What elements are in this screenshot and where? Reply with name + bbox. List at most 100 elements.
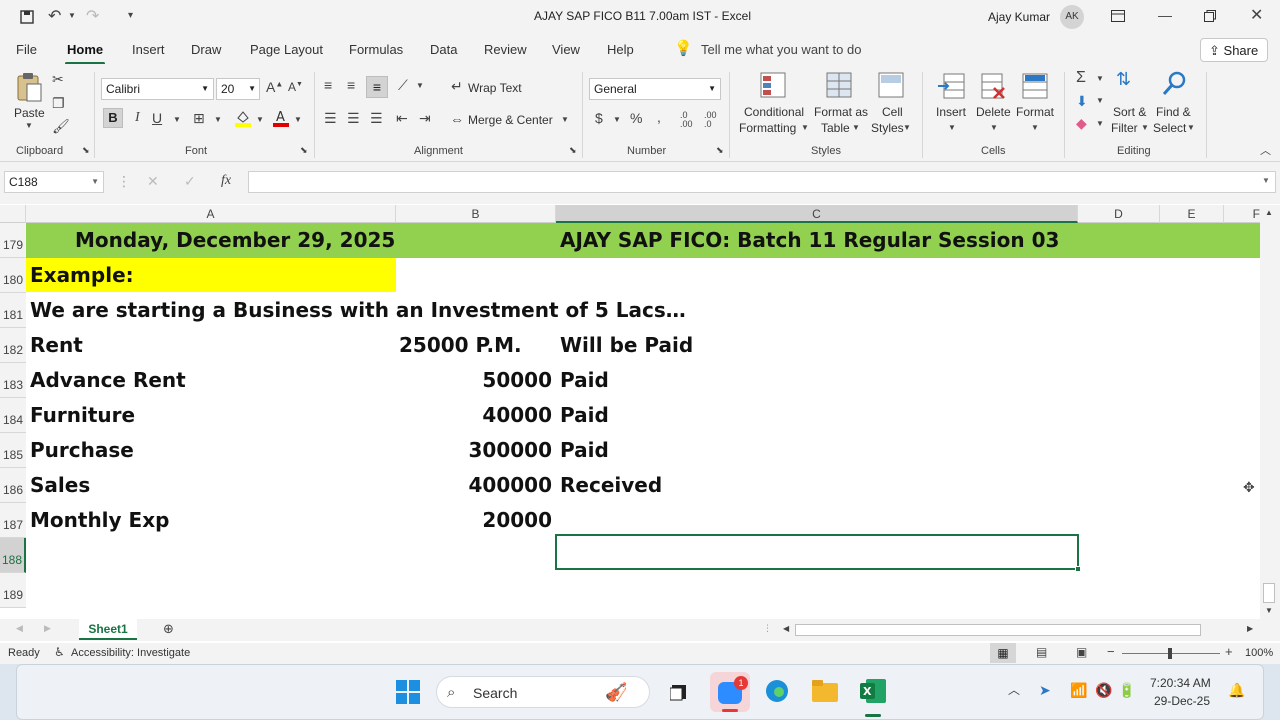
notifications-bell-icon[interactable]: 🔔 <box>1228 683 1245 697</box>
excel-app-icon[interactable]: X <box>860 679 886 705</box>
cell-c185[interactable]: Paid <box>560 433 609 467</box>
font-name-box[interactable]: Calibri ▼ <box>101 78 214 100</box>
cell-b187[interactable]: 20000 <box>482 503 552 537</box>
tab-formulas[interactable]: Formulas <box>349 42 403 57</box>
column-header-f[interactable]: F <box>1224 205 1260 223</box>
orientation-icon[interactable]: ⟋ <box>398 78 408 92</box>
tab-review[interactable]: Review <box>484 42 527 57</box>
increase-font-icon[interactable]: A▲ <box>266 80 283 94</box>
active-cell-selection[interactable] <box>555 534 1081 572</box>
cell-c182[interactable]: Will be Paid <box>560 328 693 362</box>
tab-data[interactable]: Data <box>430 42 457 57</box>
close-icon[interactable]: ✕ <box>1250 8 1263 24</box>
increase-decimal-icon[interactable]: .0.00 <box>680 111 693 129</box>
tab-help[interactable]: Help <box>607 42 634 57</box>
insert-cells-icon[interactable] <box>938 72 966 102</box>
zoom-slider[interactable] <box>1122 648 1220 659</box>
ribbon-display-icon[interactable] <box>1111 10 1125 24</box>
select-all-corner[interactable] <box>0 205 26 223</box>
save-icon[interactable] <box>20 10 34 26</box>
horizontal-scrollbar[interactable]: ◀ ▶ <box>779 622 1261 638</box>
align-middle-icon[interactable]: ≡ <box>347 78 355 92</box>
battery-icon[interactable]: 🔋 <box>1118 683 1135 697</box>
cell-a182[interactable]: Rent <box>30 328 83 362</box>
sort-filter-label-1[interactable]: Sort & <box>1113 105 1146 119</box>
chevron-down-icon[interactable]: ▼ <box>990 124 998 132</box>
page-layout-view-icon[interactable]: ▤ <box>1036 646 1047 658</box>
cell-a180[interactable]: Example: <box>30 258 134 292</box>
horizontal-scroll-thumb[interactable] <box>795 624 1201 636</box>
chevron-down-icon[interactable]: ▼ <box>214 116 222 124</box>
worksheet-grid[interactable]: 179 180 181 182 183 184 185 186 187 188 … <box>0 223 1260 619</box>
tab-page-layout[interactable]: Page Layout <box>250 42 323 57</box>
find-select-label-2[interactable]: Select <box>1153 121 1186 135</box>
italic-icon[interactable]: I <box>135 111 140 125</box>
vertical-scroll-thumb[interactable] <box>1263 583 1275 603</box>
percent-icon[interactable]: % <box>630 111 642 125</box>
cell-styles-label-2[interactable]: Styles <box>871 121 904 135</box>
row-header[interactable]: 184 <box>0 398 26 433</box>
column-header-b[interactable]: B <box>396 205 556 223</box>
taskbar-search[interactable]: ⌕ Search 🎻 <box>436 676 650 708</box>
tab-home[interactable]: Home <box>64 42 106 65</box>
row-header[interactable]: 189 <box>0 573 26 608</box>
normal-view-button[interactable]: ▦ <box>990 643 1016 663</box>
cell-a183[interactable]: Advance Rent <box>30 363 186 397</box>
zoom-slider-thumb[interactable] <box>1168 648 1172 659</box>
align-bottom-button[interactable]: ≡ <box>366 76 388 98</box>
find-select-icon[interactable] <box>1162 70 1188 98</box>
accessibility-status[interactable]: Accessibility: Investigate <box>71 647 190 659</box>
scroll-right-icon[interactable]: ▶ <box>1247 625 1253 633</box>
collapse-ribbon-icon[interactable]: ︿ <box>1260 146 1271 157</box>
insert-cells-button[interactable]: Insert <box>936 105 966 119</box>
chevron-down-icon[interactable]: ▼ <box>1096 75 1104 83</box>
align-left-icon[interactable]: ☰ <box>324 111 337 125</box>
tab-draw[interactable]: Draw <box>191 42 221 57</box>
wrap-text-icon[interactable]: ↵ <box>451 79 463 93</box>
format-painter-icon[interactable]: 🖌 <box>52 119 70 133</box>
cell-c183[interactable]: Paid <box>560 363 609 397</box>
decrease-indent-icon[interactable]: ⇤ <box>396 111 408 125</box>
row-header[interactable]: 181 <box>0 293 26 328</box>
wrap-text-button[interactable]: Wrap Text <box>468 81 522 95</box>
font-size-box[interactable]: 20 ▼ <box>216 78 260 100</box>
chevron-down-icon[interactable]: ▼ <box>1096 97 1104 105</box>
sort-filter-label-2[interactable]: Filter <box>1111 121 1138 135</box>
borders-icon[interactable]: ⊞ <box>193 111 205 125</box>
decrease-decimal-icon[interactable]: .00.0 <box>704 111 717 129</box>
chevron-up-icon[interactable]: ︿ <box>1008 684 1020 696</box>
chevron-down-icon[interactable]: ▼ <box>1187 124 1195 132</box>
row-header[interactable]: 179 <box>0 223 26 258</box>
minimize-icon[interactable]: — <box>1158 8 1172 22</box>
cell-styles-icon[interactable] <box>878 72 904 100</box>
zoom-level[interactable]: 100% <box>1245 647 1273 659</box>
insert-function-icon[interactable]: fx <box>221 174 231 188</box>
edge-icon[interactable] <box>765 679 789 705</box>
formula-input[interactable] <box>248 171 1276 193</box>
row-header[interactable]: 183 <box>0 363 26 398</box>
clear-icon[interactable]: ◆ <box>1076 116 1087 130</box>
zoom-out-icon[interactable]: − <box>1107 645 1115 658</box>
cell-b186[interactable]: 400000 <box>469 468 553 502</box>
conditional-formatting-label-1[interactable]: Conditional <box>744 105 804 119</box>
comma-icon[interactable]: , <box>657 110 661 124</box>
column-header-a[interactable]: A <box>26 205 396 223</box>
windows-start-icon[interactable] <box>396 680 420 706</box>
paste-dropdown-icon[interactable]: ▼ <box>25 122 33 130</box>
merge-center-button[interactable]: Merge & Center <box>468 113 553 127</box>
column-header-c[interactable]: C <box>556 205 1078 223</box>
sort-filter-icon[interactable]: ⇅ <box>1116 70 1131 88</box>
decrease-font-icon[interactable]: A▼ <box>288 81 303 93</box>
chevron-down-icon[interactable]: ▼ <box>1141 124 1149 132</box>
tab-file[interactable]: File <box>16 42 37 57</box>
align-top-icon[interactable]: ≡ <box>324 78 332 92</box>
chevron-down-icon[interactable]: ▼ <box>613 116 621 124</box>
add-sheet-icon[interactable]: ⊕ <box>163 622 174 635</box>
chevron-down-icon[interactable]: ▼ <box>416 82 424 90</box>
row-header[interactable]: 188 <box>0 538 26 573</box>
cell-c179[interactable]: AJAY SAP FICO: Batch 11 Regular Session … <box>560 223 1059 257</box>
delete-cells-button[interactable]: Delete <box>976 105 1011 119</box>
volume-muted-icon[interactable]: 🔇 <box>1095 683 1112 697</box>
restore-icon[interactable] <box>1204 10 1216 24</box>
next-sheet-icon[interactable]: ▶ <box>44 624 51 633</box>
